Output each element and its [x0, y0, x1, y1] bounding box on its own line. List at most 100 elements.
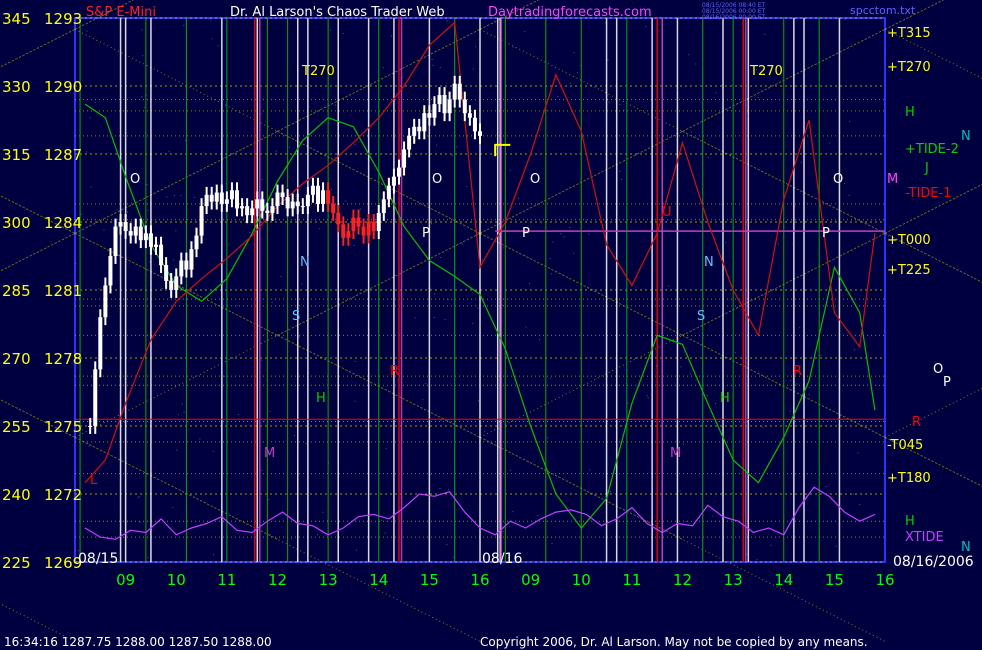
price-candle [270, 206, 275, 213]
background-dot [563, 236, 565, 238]
y-axis-outer-tick: 270 [2, 350, 31, 368]
background-dot [422, 399, 424, 401]
background-dot [86, 30, 88, 32]
background-dot [345, 200, 347, 202]
right-label: M [887, 172, 898, 187]
background-dot [627, 402, 629, 404]
y-axis-outer-tick: 240 [2, 486, 31, 504]
price-candle [184, 260, 189, 270]
background-dot [223, 375, 225, 377]
date-label-mid: 08/16 [482, 551, 522, 567]
background-dot [472, 323, 474, 325]
background-dot [139, 521, 141, 523]
background-dot [181, 403, 183, 405]
background-dot [237, 305, 239, 307]
background-dot [172, 507, 174, 509]
background-dot [90, 186, 92, 188]
background-dot [777, 243, 779, 245]
background-dot [679, 490, 681, 492]
background-dot [607, 59, 609, 61]
chart-annotation: N [300, 255, 310, 270]
y-axis-outer-tick: 255 [2, 418, 31, 436]
background-dot [431, 59, 433, 61]
y-axis-inner-tick: 1281 [44, 282, 82, 300]
right-label: -TIDE-1 [905, 186, 951, 201]
background-dot [647, 397, 649, 399]
background-dot [431, 223, 433, 225]
price-candle [229, 190, 234, 200]
background-dot [456, 146, 458, 148]
background-dot [316, 534, 318, 536]
background-dot [176, 449, 178, 451]
x-axis-tick: 10 [572, 571, 591, 589]
background-dot [288, 146, 290, 148]
background-dot [263, 420, 265, 422]
site-link[interactable]: Daytradingforecasts.com [488, 5, 652, 20]
background-dot [662, 192, 664, 194]
price-candle [123, 222, 128, 232]
x-axis-tick: 10 [167, 571, 186, 589]
right-label: R [912, 415, 921, 430]
background-dot [619, 170, 621, 172]
background-dot [789, 410, 791, 412]
background-dot [261, 469, 263, 471]
background-dot [734, 352, 736, 354]
price-candle [240, 206, 245, 209]
background-dot [168, 150, 170, 152]
background-dot [213, 554, 215, 556]
background-dot [589, 469, 591, 471]
chart-annotation: U [662, 205, 672, 220]
background-dot [557, 95, 559, 97]
right-label: P [943, 375, 951, 390]
background-dot [334, 104, 336, 106]
x-axis-tick: 16 [875, 571, 894, 589]
chart-annotation: O [530, 172, 540, 187]
background-dot [249, 232, 251, 234]
background-dot [536, 515, 538, 517]
background-dot [550, 377, 552, 379]
background-dot [844, 19, 846, 21]
background-dot [210, 19, 212, 21]
background-dot [137, 497, 139, 499]
x-axis-tick: 14 [774, 571, 793, 589]
background-dot [103, 229, 105, 231]
background-dot [298, 336, 300, 338]
price-candle [250, 208, 255, 216]
price-candle [376, 212, 381, 232]
price-candle [336, 212, 341, 225]
background-dot [269, 411, 271, 413]
background-dot [194, 197, 196, 199]
background-dot [609, 491, 611, 493]
background-dot [327, 519, 329, 521]
price-candle [437, 95, 442, 105]
background-dot [328, 462, 330, 464]
date-label-end: 08/16/2006 [893, 554, 974, 570]
background-dot [175, 230, 177, 232]
price-candle [478, 131, 482, 136]
chart-annotation: L [90, 473, 98, 488]
background-dot [573, 52, 575, 54]
background-dot [166, 196, 168, 198]
background-dot [185, 139, 187, 141]
price-candle [427, 113, 432, 118]
background-dot [585, 219, 587, 221]
background-dot [211, 38, 213, 40]
right-label: +T225 [887, 263, 931, 278]
background-dot [551, 542, 553, 544]
timestamp-line-3: 08/16/2006 00:00 ET [702, 14, 765, 21]
background-dot [389, 153, 391, 155]
price-candle [407, 135, 412, 150]
background-dot [611, 289, 613, 291]
price-candle [462, 99, 467, 114]
background-dot [143, 106, 145, 108]
price-candle [265, 210, 270, 213]
x-axis-tick: 09 [116, 571, 135, 589]
background-dot [731, 426, 733, 428]
background-dot [319, 228, 321, 230]
background-dot [549, 257, 551, 259]
price-candle [300, 206, 305, 208]
right-label: H [905, 514, 915, 529]
x-axis-tick: 12 [673, 571, 692, 589]
chart: 345 330 315 300 285 270 255 240 225 1293 1290 1287 1… [0, 0, 982, 650]
background-dot [280, 275, 282, 277]
